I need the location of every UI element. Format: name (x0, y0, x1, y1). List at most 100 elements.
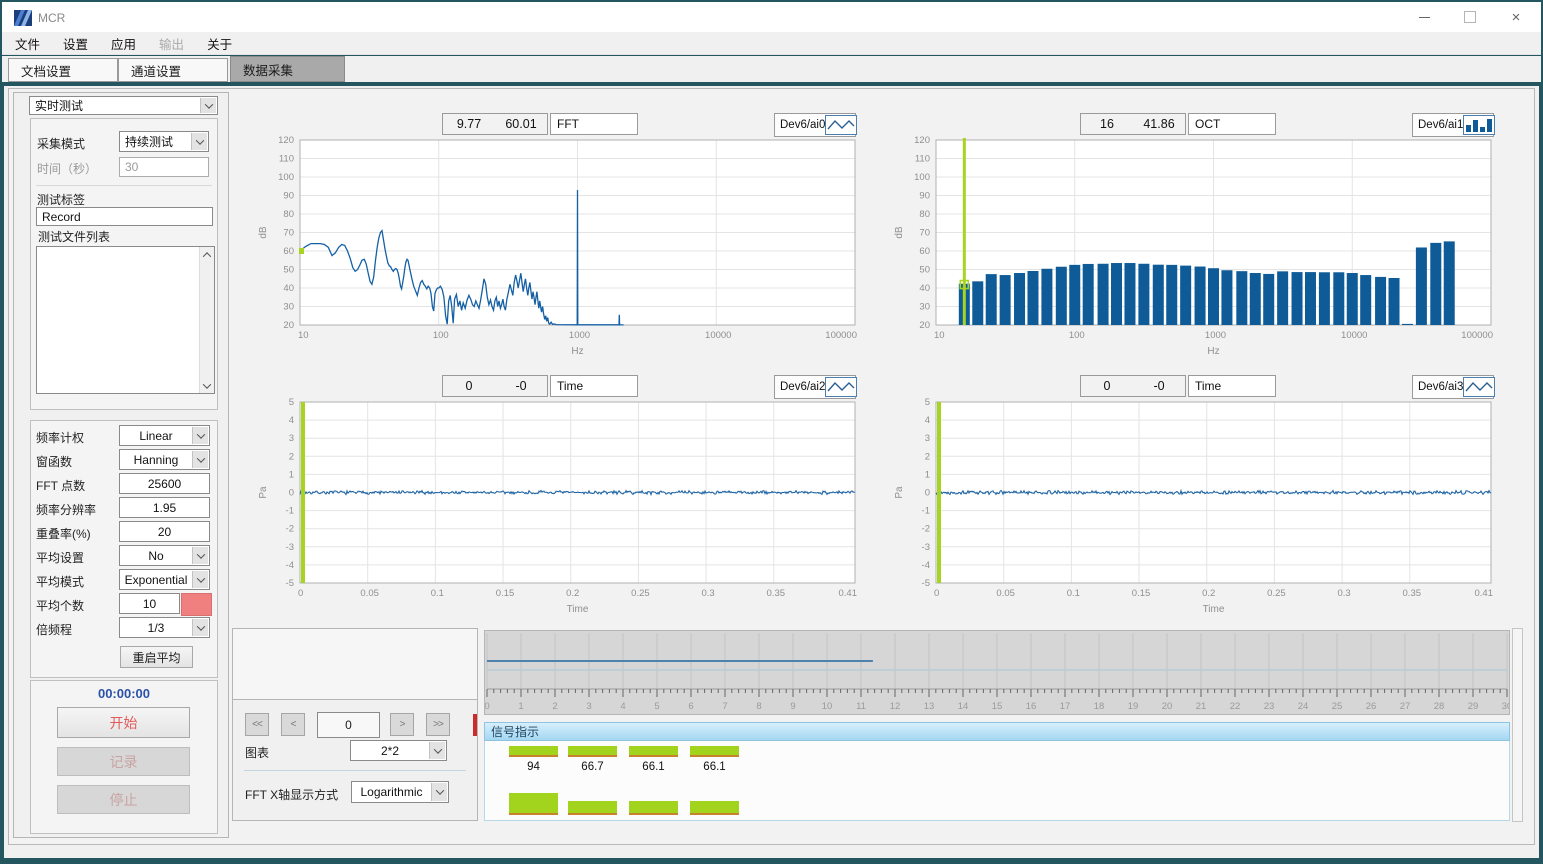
chart-layout-select[interactable]: 2*2 (350, 740, 447, 761)
svg-text:30: 30 (283, 302, 294, 313)
svg-text:26: 26 (1366, 701, 1377, 712)
file-list-label: 测试文件列表 (38, 228, 110, 245)
next-page-button[interactable]: > (390, 713, 414, 736)
cursor-x-value: 9.77 (443, 117, 495, 131)
channel-box[interactable]: Dev6/ai0 (774, 113, 856, 137)
svg-text:100: 100 (278, 172, 294, 183)
svg-text:25: 25 (1332, 701, 1343, 712)
legend-box (233, 629, 477, 700)
prev-page-button[interactable]: < (281, 713, 305, 736)
test-file-list[interactable] (36, 246, 215, 394)
setting-input-2[interactable]: 25600 (119, 473, 210, 494)
setting-select-5[interactable]: No (119, 545, 210, 566)
svg-text:0.35: 0.35 (1403, 588, 1422, 599)
stop-button: 停止 (57, 785, 190, 814)
chart-type-box[interactable]: FFT (550, 113, 638, 135)
menu-item-2[interactable]: 应用 (111, 34, 136, 53)
svg-text:3: 3 (289, 433, 294, 444)
svg-text:10000: 10000 (1341, 330, 1367, 341)
setting-label-0: 频率计权 (36, 429, 84, 446)
tab-2[interactable]: 数据采集 (230, 56, 345, 82)
setting-input-4[interactable]: 20 (119, 521, 210, 542)
chart-type-box[interactable]: OCT (1188, 113, 1276, 135)
svg-text:7: 7 (722, 701, 727, 712)
scroll-up-icon[interactable] (200, 247, 214, 262)
chevron-down-icon (431, 783, 447, 801)
cursor-readout: 0-0 (442, 375, 548, 397)
last-page-button[interactable]: >> (426, 713, 450, 736)
setting-value-6: Exponential (120, 570, 192, 589)
tab-0[interactable]: 文档设置 (8, 58, 118, 82)
svg-text:0.15: 0.15 (496, 588, 515, 599)
tab-1[interactable]: 通道设置 (118, 58, 228, 82)
channel-box[interactable]: Dev6/ai2 (774, 375, 856, 399)
svg-text:2: 2 (925, 451, 930, 462)
svg-text:10: 10 (934, 330, 945, 341)
menu-item-0[interactable]: 文件 (15, 34, 40, 53)
page-index-input[interactable]: 0 (317, 712, 380, 738)
svg-text:0.41: 0.41 (1475, 588, 1494, 599)
svg-text:1000: 1000 (1205, 330, 1226, 341)
minimize-icon[interactable] (1401, 2, 1447, 32)
acquisition-mode-select[interactable]: 持续测试 (119, 131, 209, 152)
cursor-x-value: 16 (1081, 117, 1133, 131)
chart-layout-value: 2*2 (351, 741, 429, 760)
tab-bar: 文档设置通道设置数据采集 (2, 56, 1541, 82)
right-scrollbar[interactable] (1512, 628, 1523, 822)
record-timeline[interactable]: 0123456789101112131415161718192021222324… (484, 630, 1510, 715)
svg-text:40: 40 (283, 283, 294, 294)
signal-level-bar (509, 746, 558, 757)
channel-box[interactable]: Dev6/ai3 (1412, 375, 1494, 399)
menu-bar: 文件设置应用输出关于 (2, 32, 1541, 55)
svg-text:0.1: 0.1 (431, 588, 444, 599)
first-page-button[interactable]: << (245, 713, 269, 736)
svg-text:4: 4 (620, 701, 625, 712)
setting-input-7[interactable]: 10 (119, 593, 180, 614)
svg-text:0: 0 (485, 701, 490, 712)
svg-text:11: 11 (856, 701, 866, 712)
cursor-x-value: 0 (1081, 379, 1133, 393)
fft-axis-mode-label: FFT X轴显示方式 (245, 786, 338, 803)
test-mode-select[interactable]: 实时测试 (29, 96, 218, 115)
menu-item-4[interactable]: 关于 (207, 34, 232, 53)
title-bar: MCR × (2, 2, 1541, 32)
chart-type-box[interactable]: Time (1188, 375, 1276, 397)
svg-text:0.1: 0.1 (1067, 588, 1080, 599)
setting-select-8[interactable]: 1/3 (119, 617, 210, 638)
svg-text:21: 21 (1196, 701, 1207, 712)
setting-select-0[interactable]: Linear (119, 425, 210, 446)
restart-average-button[interactable]: 重启平均 (120, 646, 193, 668)
svg-text:20: 20 (283, 320, 294, 331)
chart-type-box[interactable]: Time (550, 375, 638, 397)
chevron-down-icon (200, 98, 216, 113)
signal-level-bar (568, 801, 617, 815)
setting-value-8: 1/3 (120, 618, 192, 637)
test-label-input[interactable]: Record (36, 207, 213, 226)
maximize-icon[interactable] (1447, 2, 1493, 32)
setting-select-6[interactable]: Exponential (119, 569, 210, 590)
start-button[interactable]: 开始 (57, 707, 190, 738)
svg-text:24: 24 (1298, 701, 1309, 712)
time-chart-panel-3: 0-0TimeDev6/ai3-5-4-3-2-101234500.050.10… (872, 358, 1532, 625)
svg-text:70: 70 (283, 228, 294, 239)
fft-axis-mode-select[interactable]: Logarithmic (351, 781, 449, 803)
menu-item-1[interactable]: 设置 (63, 34, 88, 53)
svg-text:2: 2 (552, 701, 557, 712)
svg-text:10: 10 (822, 701, 833, 712)
channel-box[interactable]: Dev6/ai1 (1412, 113, 1494, 137)
test-label-label: 测试标签 (37, 191, 85, 208)
svg-text:60: 60 (283, 246, 294, 257)
setting-input-3[interactable]: 1.95 (119, 497, 210, 518)
svg-text:120: 120 (914, 135, 930, 146)
svg-text:100: 100 (433, 330, 449, 341)
setting-select-1[interactable]: Hanning (119, 449, 210, 470)
svg-text:17: 17 (1060, 701, 1071, 712)
close-icon[interactable]: × (1493, 2, 1539, 32)
svg-text:Pa: Pa (258, 486, 269, 499)
file-list-scrollbar[interactable] (199, 247, 214, 393)
svg-text:100: 100 (914, 172, 930, 183)
svg-text:Hz: Hz (571, 346, 583, 357)
chevron-down-icon (192, 427, 208, 444)
scroll-down-icon[interactable] (200, 378, 214, 393)
svg-text:0: 0 (925, 488, 930, 499)
